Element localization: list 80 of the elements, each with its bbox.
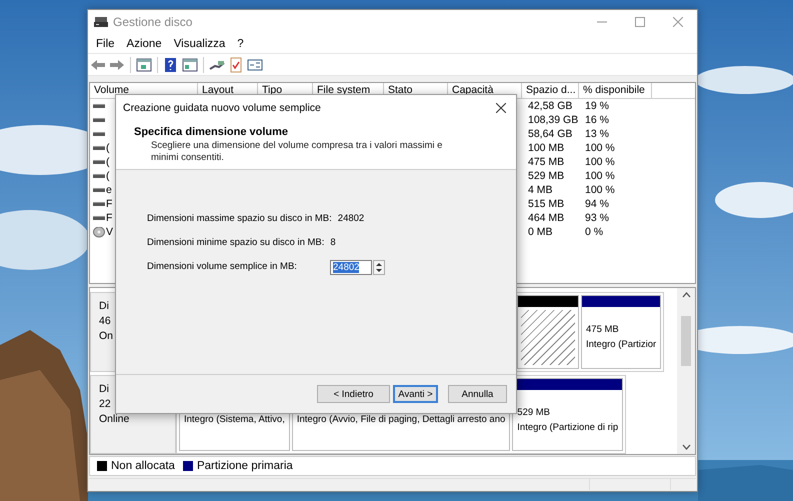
dialog-button[interactable]: < Indietro bbox=[317, 385, 390, 403]
field-label: Dimensioni volume semplice in MB: bbox=[147, 261, 298, 272]
menu-item[interactable]: ? bbox=[231, 38, 250, 50]
table-cell: F bbox=[106, 197, 112, 211]
drive-icon bbox=[93, 159, 105, 165]
partition-block[interactable] bbox=[517, 295, 579, 368]
scroll-down-icon[interactable] bbox=[682, 444, 690, 450]
partition-block[interactable]: 529 MB Integro (Partizione di rip bbox=[512, 378, 624, 451]
table-cell: 529 MB bbox=[528, 170, 564, 182]
table-cell: 100 % bbox=[585, 142, 615, 154]
size-input-field[interactable]: 24802 bbox=[330, 260, 372, 274]
legend-label: Partizione primaria bbox=[196, 460, 293, 472]
table-cell: 464 MB bbox=[528, 212, 564, 224]
drive-icon bbox=[93, 215, 105, 221]
table-cell: 58,64 GB bbox=[528, 128, 572, 140]
spin-button[interactable] bbox=[373, 260, 385, 274]
table-cell: ( bbox=[106, 141, 110, 155]
field-label: Dimensioni massime spazio su disco in MB: bbox=[147, 213, 333, 224]
partition-block[interactable]: 475 MB Integro (Partizior bbox=[581, 295, 662, 368]
drive-icon bbox=[93, 187, 105, 193]
drive-icon bbox=[93, 117, 105, 123]
partition-status: Integro (Partizione di rip bbox=[517, 420, 618, 435]
window-title: Gestione disco bbox=[113, 15, 194, 29]
table-cell: 16 % bbox=[585, 114, 609, 126]
partition-header bbox=[518, 296, 578, 307]
partition-size: 529 MB bbox=[517, 406, 550, 420]
drive-icon bbox=[93, 145, 105, 151]
partition-status: Integro (Avvio, File di paging, Dettagli arresto ano bbox=[296, 413, 506, 428]
field-value: 8 bbox=[330, 237, 336, 248]
table-cell: 19 % bbox=[585, 100, 609, 112]
dialog-heading: Specifica dimensione volume bbox=[134, 126, 290, 138]
panel-icon[interactable] bbox=[182, 56, 198, 72]
table-cell: 100 % bbox=[585, 184, 615, 196]
table-cell: 100 MB bbox=[528, 142, 564, 154]
drive-icon bbox=[93, 201, 105, 207]
table-cell: 100 % bbox=[585, 156, 615, 168]
disk-management-icon bbox=[94, 16, 108, 28]
dialog-title: Creazione guidata nuovo volume semplice bbox=[123, 102, 322, 114]
panel-icon[interactable] bbox=[136, 56, 152, 72]
disc-drive-icon bbox=[93, 226, 105, 238]
table-cell: V bbox=[106, 225, 114, 239]
table-cell: 13 % bbox=[585, 128, 609, 140]
scroll-up-icon[interactable] bbox=[682, 292, 690, 298]
table-cell: 475 MB bbox=[528, 156, 564, 168]
legend-label: Non allocata bbox=[111, 460, 175, 472]
field-value: 24802 bbox=[338, 213, 364, 224]
properties-icon[interactable] bbox=[247, 56, 263, 72]
table-cell: 108,39 GB bbox=[528, 114, 578, 126]
table-cell: F bbox=[106, 211, 112, 225]
drive-icon bbox=[93, 173, 105, 179]
partition-size: 475 MB bbox=[586, 323, 619, 338]
table-cell: 93 % bbox=[585, 212, 609, 224]
table-cell: 0 % bbox=[585, 226, 604, 238]
checked-document-icon[interactable] bbox=[228, 56, 244, 72]
help-icon[interactable] bbox=[163, 56, 179, 72]
close-icon[interactable] bbox=[496, 102, 506, 112]
partition-status: Integro (Sistema, Attivo, bbox=[184, 413, 285, 428]
table-cell: 94 % bbox=[585, 198, 609, 210]
table-cell: 4 MB bbox=[528, 184, 553, 196]
dialog-button[interactable]: Avanti > bbox=[393, 385, 438, 403]
table-cell: 515 MB bbox=[528, 198, 564, 210]
table-cell: ( bbox=[106, 169, 110, 183]
drive-icon bbox=[93, 103, 105, 109]
table-cell: 0 MB bbox=[528, 226, 553, 238]
table-cell: e bbox=[106, 183, 112, 197]
partition-status: Integro (Partizior bbox=[586, 338, 656, 352]
dialog-button[interactable]: Annulla bbox=[448, 385, 507, 403]
table-cell: 42,58 GB bbox=[528, 100, 572, 112]
dialog-description: Scegliere una dimensione del volume compresa tra i valori massimi e minimi consentiti. bbox=[151, 140, 444, 164]
maximize-icon[interactable] bbox=[635, 17, 645, 27]
table-cell: 100 % bbox=[585, 170, 615, 182]
menu-item[interactable]: Azione bbox=[120, 38, 168, 50]
menu-item[interactable]: File bbox=[90, 38, 121, 50]
minimize-icon[interactable] bbox=[597, 21, 607, 23]
scrollbar-thumb[interactable] bbox=[681, 316, 691, 366]
field-label: Dimensioni minime spazio su disco in MB: bbox=[147, 237, 326, 248]
spin-arrows-icon bbox=[376, 262, 382, 272]
menu-item[interactable]: Visualizza bbox=[168, 38, 232, 50]
drive-icon bbox=[93, 131, 105, 137]
table-cell: ( bbox=[106, 155, 110, 169]
